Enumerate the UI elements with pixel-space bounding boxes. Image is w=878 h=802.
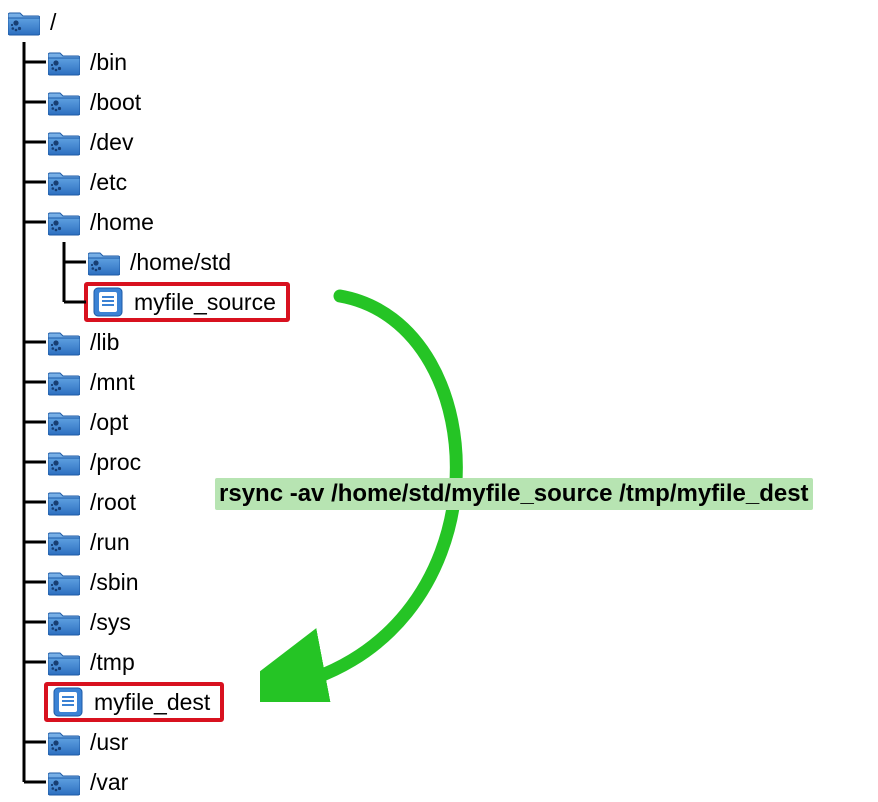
- folder-icon: [44, 482, 84, 522]
- folder-icon: [44, 42, 84, 82]
- tree-node-var: /var: [4, 762, 290, 802]
- tree-node-etc: /etc: [4, 162, 290, 202]
- folder-icon: [44, 322, 84, 362]
- tree-node-bin: /bin: [4, 42, 290, 82]
- tree-node-proc: /proc: [4, 442, 290, 482]
- tree-node-home-std: /home/std: [4, 242, 290, 282]
- node-label: /opt: [90, 409, 128, 436]
- node-label: /sbin: [90, 569, 139, 596]
- node-label: /var: [90, 769, 128, 796]
- node-label: /home/std: [130, 249, 231, 276]
- node-label: /run: [90, 529, 130, 556]
- folder-icon: [44, 762, 84, 802]
- node-label: /root: [90, 489, 136, 516]
- node-label: myfile_dest: [94, 689, 210, 716]
- tree-node-lib: /lib: [4, 322, 290, 362]
- folder-icon: [44, 602, 84, 642]
- folder-icon: [44, 202, 84, 242]
- folder-icon: [44, 122, 84, 162]
- node-label: /usr: [90, 729, 128, 756]
- node-label: /bin: [90, 49, 127, 76]
- tree-node-myfile-source: myfile_source: [4, 282, 290, 322]
- folder-icon: [44, 162, 84, 202]
- tree-node-run: /run: [4, 522, 290, 562]
- folder-icon: [44, 642, 84, 682]
- tree-node-dev: /dev: [4, 122, 290, 162]
- tree-node-sys: /sys: [4, 602, 290, 642]
- folder-icon: [44, 562, 84, 602]
- tree-node-root: /: [4, 2, 290, 42]
- folder-icon: [44, 442, 84, 482]
- rsync-command: rsync -av /home/std/myfile_source /tmp/m…: [215, 478, 813, 510]
- highlight-source: myfile_source: [84, 282, 290, 322]
- tree-node-opt: /opt: [4, 402, 290, 442]
- node-label: /tmp: [90, 649, 135, 676]
- node-label: /lib: [90, 329, 119, 356]
- folder-icon: [44, 362, 84, 402]
- folder-icon: [44, 82, 84, 122]
- file-icon: [88, 282, 128, 322]
- folder-icon: [4, 2, 44, 42]
- tree-node-myfile-dest: myfile_dest: [4, 682, 290, 722]
- tree-node-home: /home: [4, 202, 290, 242]
- tree-node-mnt: /mnt: [4, 362, 290, 402]
- highlight-dest: myfile_dest: [44, 682, 224, 722]
- node-label: /sys: [90, 609, 131, 636]
- folder-icon: [84, 242, 124, 282]
- tree-node-boot: /boot: [4, 82, 290, 122]
- folder-icon: [44, 522, 84, 562]
- node-label: /boot: [90, 89, 141, 116]
- tree-node-sbin: /sbin: [4, 562, 290, 602]
- node-label: myfile_source: [134, 289, 276, 316]
- tree-node-tmp: /tmp: [4, 642, 290, 682]
- node-label: /proc: [90, 449, 141, 476]
- node-label: /: [50, 9, 56, 36]
- folder-icon: [44, 722, 84, 762]
- file-icon: [48, 682, 88, 722]
- node-label: /mnt: [90, 369, 135, 396]
- folder-icon: [44, 402, 84, 442]
- tree-node-usr: /usr: [4, 722, 290, 762]
- node-label: /etc: [90, 169, 127, 196]
- filesystem-tree: / /bin /boot /dev /etc /home /home/std: [4, 2, 290, 802]
- node-label: /home: [90, 209, 154, 236]
- node-label: /dev: [90, 129, 133, 156]
